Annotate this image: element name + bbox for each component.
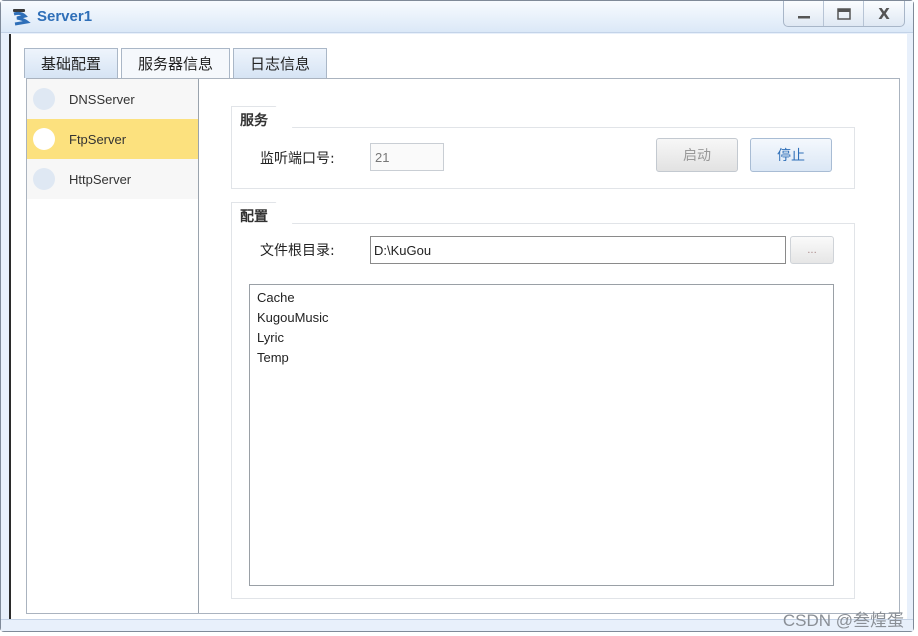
server-app-icon — [13, 9, 31, 26]
window-controls: X — [783, 1, 905, 27]
tab-content: DNSServer FtpServer HttpServer 服务 监听端口号:… — [26, 78, 900, 614]
close-button[interactable]: X — [864, 1, 904, 26]
config-group-title: 配置 — [231, 202, 293, 224]
title-bar[interactable]: Server1 X — [1, 1, 913, 33]
tab-log-info[interactable]: 日志信息 — [233, 48, 328, 78]
server-item-ftp[interactable]: FtpServer — [27, 119, 198, 159]
config-group: 配置 文件根目录: ... Cache KugouMusic Lyric Tem… — [231, 202, 855, 599]
tab-server-info[interactable]: 服务器信息 — [121, 48, 231, 78]
file-item[interactable]: Temp — [257, 348, 826, 368]
tab-bar: 基础配置 服务器信息 日志信息 — [24, 48, 330, 78]
server-item-dns[interactable]: DNSServer — [27, 79, 198, 119]
file-list[interactable]: Cache KugouMusic Lyric Temp — [249, 284, 834, 586]
stop-button[interactable]: 停止 — [750, 138, 832, 172]
server-status-icon — [33, 88, 55, 110]
port-label: 监听端口号: — [260, 151, 335, 167]
server-label: HttpServer — [69, 171, 132, 187]
client-area: 基础配置 服务器信息 日志信息 DNSServer FtpServer Http… — [9, 34, 907, 620]
start-button[interactable]: 启动 — [656, 138, 738, 172]
file-item[interactable]: Lyric — [257, 328, 826, 348]
browse-button[interactable]: ... — [790, 236, 834, 264]
tab-basic-config[interactable]: 基础配置 — [24, 48, 119, 78]
file-item[interactable]: KugouMusic — [257, 308, 826, 328]
service-group-title: 服务 — [231, 106, 293, 128]
window-title: Server1 — [37, 8, 93, 25]
file-item[interactable]: Cache — [257, 288, 826, 308]
root-dir-label: 文件根目录: — [260, 243, 335, 259]
server-status-icon — [33, 128, 55, 150]
server-label: FtpServer — [69, 131, 127, 147]
maximize-button[interactable] — [824, 1, 864, 26]
window-bottom-edge — [1, 619, 913, 631]
minimize-icon — [797, 15, 810, 18]
watermark: CSDN @叁煌蛋 — [782, 611, 904, 630]
server-status-icon — [33, 168, 55, 190]
close-icon: X — [878, 4, 890, 23]
service-group: 服务 监听端口号: 启动 停止 — [231, 106, 855, 189]
root-dir-input[interactable] — [370, 236, 786, 264]
server-item-http[interactable]: HttpServer — [27, 159, 198, 199]
maximize-icon — [836, 7, 851, 20]
server-list: DNSServer FtpServer HttpServer — [27, 79, 199, 613]
minimize-button[interactable] — [784, 1, 824, 26]
port-input[interactable] — [370, 143, 444, 171]
server-window: Server1 X 基础配置 服务器信息 日志信息 DNSServer FtpS… — [0, 0, 914, 632]
server-label: DNSServer — [69, 91, 135, 107]
